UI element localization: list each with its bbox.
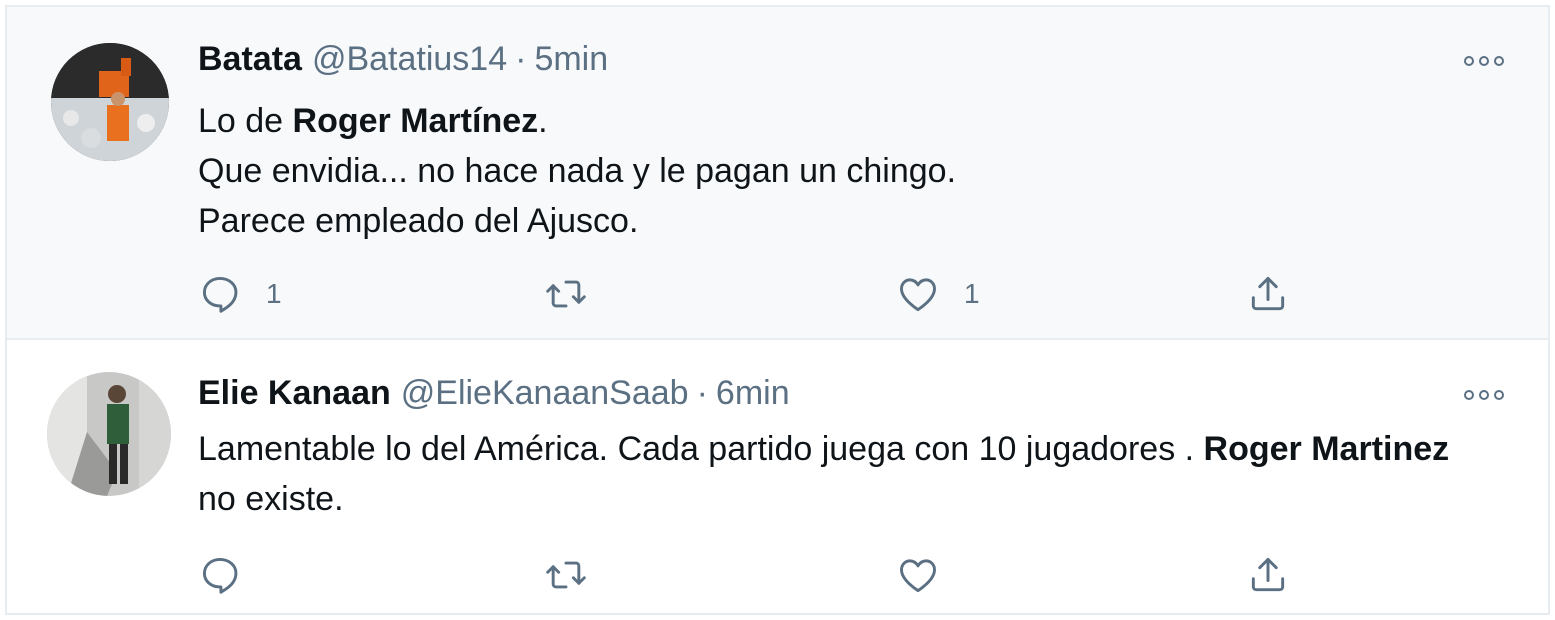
avatar[interactable] [51,43,169,161]
avatar-image [51,43,169,161]
tweet-line: Lamentable lo del América. Cada partido … [198,424,1488,524]
like-button[interactable]: 1 [896,269,980,319]
avatar-image [47,372,171,496]
highlighted-text: Roger Martinez [1203,430,1450,468]
user-handle[interactable]: @Batatius14 [312,40,507,78]
reply-button[interactable]: 1 [198,269,282,319]
reply-icon [202,557,238,594]
retweet-button[interactable] [544,550,612,600]
text-segment: . [538,102,548,140]
more-dot [1464,390,1474,400]
text-segment: Lo de [198,102,293,140]
share-icon [1251,557,1285,592]
tweet[interactable]: Batata @Batatius14 · 5min Lo de Roger Martí… [7,7,1548,340]
tweet-actions [198,550,1298,600]
tweet-header: Elie Kanaan @ElieKanaanSaab · 6min [198,373,790,413]
tweet-timeline: Batata @Batatius14 · 5min Lo de Roger Martí… [5,5,1550,615]
reply-icon [202,276,238,313]
share-icon [1251,276,1285,311]
like-button[interactable] [896,550,964,600]
text-segment: no existe. [198,480,344,518]
separator: · [696,374,708,412]
tweet-actions: 1 1 [198,269,1298,319]
avatar[interactable] [47,372,171,496]
more-icon[interactable] [1464,387,1504,403]
more-dot [1494,56,1504,66]
tweet-text: Lo de Roger Martínez. Que envidia... no … [198,96,1488,246]
more-icon[interactable] [1464,53,1504,69]
display-name[interactable]: Batata [198,40,302,78]
heart-icon [900,559,936,593]
share-button[interactable] [1246,550,1290,600]
reply-count: 1 [266,278,282,309]
tweet-text: Lamentable lo del América. Cada partido … [198,424,1488,524]
retweet-icon [546,561,586,589]
reply-button[interactable] [198,550,266,600]
timestamp[interactable]: 5min [534,40,608,78]
tweet-line: Parece empleado del Ajusco. [198,202,639,240]
timestamp[interactable]: 6min [716,374,790,412]
more-dot [1479,56,1489,66]
like-count: 1 [964,278,980,309]
text-segment: Lamentable lo del América. Cada partido … [198,430,1204,468]
tweet[interactable]: Elie Kanaan @ElieKanaanSaab · 6min Lamentab… [7,340,1548,613]
user-handle[interactable]: @ElieKanaanSaab [401,374,689,412]
tweet-header: Batata @Batatius14 · 5min [198,39,608,79]
separator: · [515,40,527,78]
display-name[interactable]: Elie Kanaan [198,374,391,412]
more-dot [1464,56,1474,66]
retweet-icon [546,280,586,308]
more-dot [1479,390,1489,400]
tweet-line: Lo de Roger Martínez. [198,96,1488,146]
retweet-button[interactable] [544,269,612,319]
share-button[interactable] [1246,269,1290,319]
highlighted-text: Roger Martínez [292,102,539,140]
more-dot [1494,390,1504,400]
tweet-line: Que envidia... no hace nada y le pagan u… [198,152,957,190]
heart-icon [900,278,936,312]
